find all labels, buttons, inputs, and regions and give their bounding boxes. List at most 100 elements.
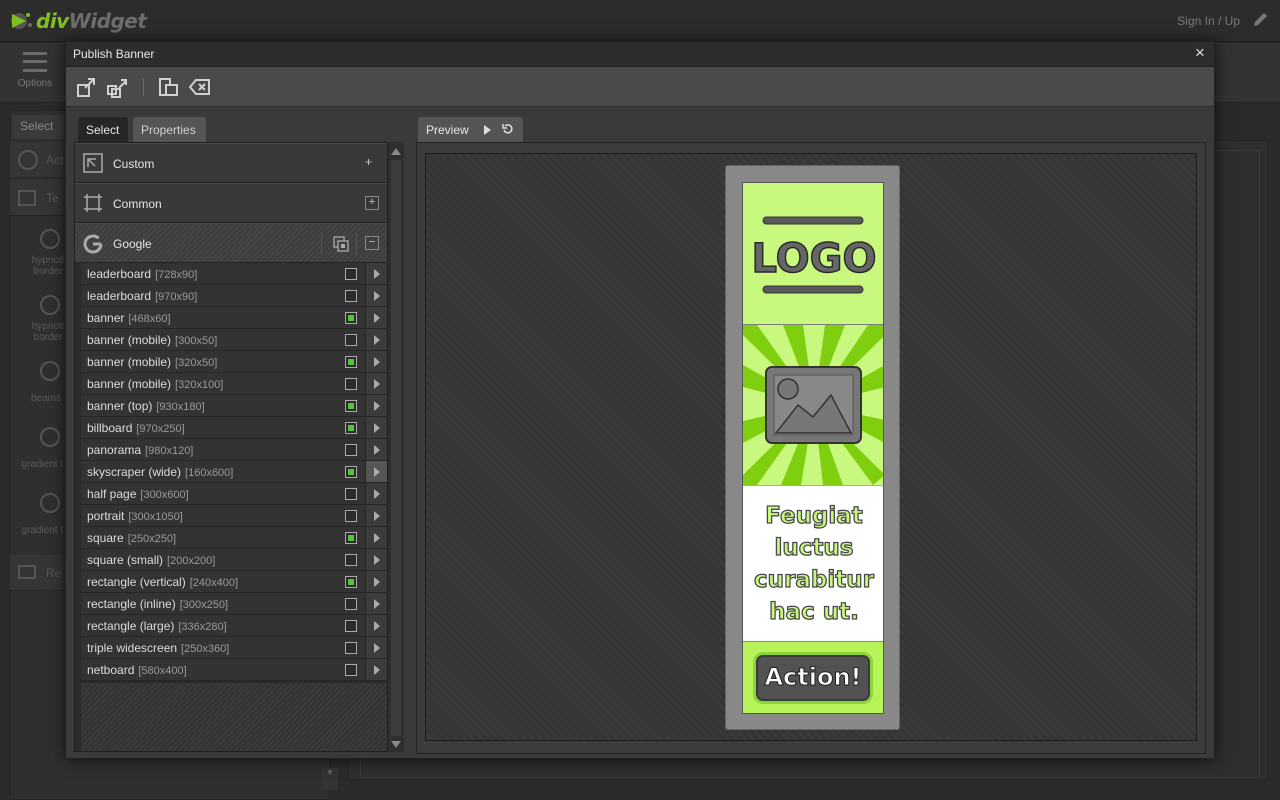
size-row[interactable]: rectangle (large) [336x280] bbox=[81, 615, 387, 637]
size-checkbox[interactable] bbox=[345, 664, 357, 676]
options-button[interactable]: Options bbox=[14, 52, 56, 89]
size-checkbox[interactable] bbox=[345, 510, 357, 522]
preview-arrow-icon[interactable] bbox=[365, 593, 387, 614]
size-checkbox[interactable] bbox=[345, 334, 357, 346]
folder-icon bbox=[18, 565, 36, 579]
vertical-scrollbar[interactable] bbox=[388, 142, 404, 752]
size-checkbox[interactable] bbox=[345, 400, 357, 412]
size-dimensions: [300x1050] bbox=[128, 511, 183, 523]
preview-arrow-icon[interactable] bbox=[365, 549, 387, 570]
pencil-icon[interactable] bbox=[1252, 12, 1268, 28]
size-name: leaderboard bbox=[87, 267, 152, 281]
size-label: rectangle (inline) [300x250] bbox=[87, 597, 228, 611]
devices-icon[interactable] bbox=[157, 76, 179, 98]
size-row[interactable]: rectangle (vertical) [240x400] bbox=[81, 571, 387, 593]
size-row[interactable]: leaderboard [728x90] bbox=[81, 263, 387, 285]
size-checkbox[interactable] bbox=[345, 576, 357, 588]
delete-icon[interactable] bbox=[189, 76, 211, 98]
action-button[interactable]: Action! bbox=[753, 652, 873, 704]
preview-arrow-icon[interactable] bbox=[365, 307, 387, 328]
preview-arrow-icon[interactable] bbox=[365, 571, 387, 592]
google-icon bbox=[83, 234, 103, 254]
group-custom-label: Custom bbox=[113, 157, 155, 171]
size-checkbox[interactable] bbox=[345, 444, 357, 456]
size-row[interactable]: rectangle (inline) [300x250] bbox=[81, 593, 387, 615]
size-name: netboard bbox=[87, 663, 135, 677]
size-row[interactable]: banner (mobile) [320x100] bbox=[81, 373, 387, 395]
size-checkbox[interactable] bbox=[345, 422, 357, 434]
tab-properties[interactable]: Properties bbox=[133, 117, 206, 143]
export-icon[interactable] bbox=[76, 76, 98, 98]
size-checkbox[interactable] bbox=[345, 642, 357, 654]
banner-cta-section: Action! bbox=[743, 642, 883, 713]
size-row[interactable]: banner [468x60] bbox=[81, 307, 387, 329]
scroll-down-arrow[interactable] bbox=[391, 741, 401, 748]
preview-arrow-icon[interactable] bbox=[365, 439, 387, 460]
preview-arrow-icon[interactable] bbox=[365, 637, 387, 658]
tab-select[interactable]: Select bbox=[78, 117, 128, 143]
size-row[interactable]: banner (mobile) [300x50] bbox=[81, 329, 387, 351]
preview-arrow-icon[interactable] bbox=[365, 351, 387, 372]
size-row[interactable]: half page [300x600] bbox=[81, 483, 387, 505]
size-row[interactable]: leaderboard [970x90] bbox=[81, 285, 387, 307]
group-custom[interactable]: Custom + bbox=[75, 143, 387, 183]
size-checkbox[interactable] bbox=[345, 312, 357, 324]
export-all-icon[interactable] bbox=[107, 76, 129, 98]
size-checkbox[interactable] bbox=[345, 598, 357, 610]
preview-arrow-icon[interactable] bbox=[365, 395, 387, 416]
size-checkbox[interactable] bbox=[345, 620, 357, 632]
reload-icon[interactable] bbox=[502, 123, 514, 135]
size-row[interactable]: square (small) [200x200] bbox=[81, 549, 387, 571]
preview-arrow-icon[interactable] bbox=[365, 417, 387, 438]
preview-arrow-icon[interactable] bbox=[365, 483, 387, 504]
preview-label: Preview bbox=[426, 123, 469, 137]
banner-text-section: Feugiat luctus curabitur hac ut. bbox=[743, 485, 883, 642]
size-row[interactable]: skyscraper (wide) [160x600] bbox=[81, 461, 387, 483]
preview-arrow-icon[interactable] bbox=[365, 263, 387, 284]
size-checkbox[interactable] bbox=[345, 488, 357, 500]
preview-arrow-icon[interactable] bbox=[365, 285, 387, 306]
size-row[interactable]: banner (mobile) [320x50] bbox=[81, 351, 387, 373]
select-all-icon[interactable] bbox=[333, 236, 349, 252]
group-common[interactable]: Common + bbox=[75, 183, 387, 223]
size-row[interactable]: netboard [580x400] bbox=[81, 659, 387, 681]
size-row[interactable]: panorama [980x120] bbox=[81, 439, 387, 461]
preview-arrow-icon[interactable] bbox=[365, 461, 387, 482]
close-icon[interactable]: × bbox=[1192, 44, 1208, 61]
size-row[interactable]: triple widescreen [250x360] bbox=[81, 637, 387, 659]
size-checkbox[interactable] bbox=[345, 290, 357, 302]
size-row[interactable]: portrait [300x1050] bbox=[81, 505, 387, 527]
scroll-up-arrow[interactable] bbox=[391, 148, 401, 155]
play-icon bbox=[40, 295, 60, 315]
size-checkbox[interactable] bbox=[345, 532, 357, 544]
size-label: banner (mobile) [300x50] bbox=[87, 333, 217, 347]
size-row[interactable]: square [250x250] bbox=[81, 527, 387, 549]
scroll-track[interactable] bbox=[391, 160, 401, 736]
size-checkbox[interactable] bbox=[345, 466, 357, 478]
preview-arrow-icon[interactable] bbox=[365, 527, 387, 548]
size-checkbox[interactable] bbox=[345, 378, 357, 390]
tab-preview[interactable]: Preview bbox=[418, 117, 523, 143]
app-logo[interactable]: divWidget bbox=[8, 9, 147, 33]
preview-arrow-icon[interactable] bbox=[365, 505, 387, 526]
play-icon[interactable] bbox=[484, 125, 491, 135]
size-name: portrait bbox=[87, 509, 125, 523]
preview-arrow-icon[interactable] bbox=[365, 615, 387, 636]
size-checkbox[interactable] bbox=[345, 356, 357, 368]
expand-icon[interactable]: + bbox=[365, 196, 379, 210]
size-row[interactable]: billboard [970x250] bbox=[81, 417, 387, 439]
collapse-icon[interactable]: − bbox=[365, 236, 379, 250]
sign-in-link[interactable]: Sign In / Up bbox=[1177, 14, 1240, 28]
preview-arrow-icon[interactable] bbox=[365, 659, 387, 680]
size-checkbox[interactable] bbox=[345, 268, 357, 280]
add-icon[interactable]: + bbox=[365, 155, 372, 169]
preview-arrow-icon[interactable] bbox=[365, 329, 387, 350]
preview-arrow-icon[interactable] bbox=[365, 373, 387, 394]
size-row[interactable]: banner (top) [930x180] bbox=[81, 395, 387, 417]
group-separator bbox=[321, 232, 322, 254]
group-google[interactable]: Google − bbox=[75, 223, 387, 263]
scroll-down-arrow[interactable]: ▼ bbox=[322, 768, 338, 790]
skyscraper-banner[interactable]: LOGO Feugiat luctus curabitur hac ut. Ac… bbox=[742, 182, 884, 714]
size-checkbox[interactable] bbox=[345, 554, 357, 566]
background-select-tab[interactable]: Select bbox=[12, 115, 64, 139]
